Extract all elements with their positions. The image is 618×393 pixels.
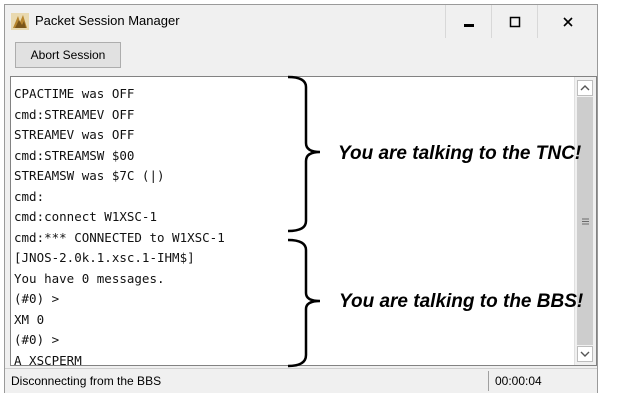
terminal-line: [JNOS-2.0k.1.xsc.1-IHM$] — [14, 250, 195, 265]
elapsed-time: 00:00:04 — [495, 374, 542, 388]
scroll-up-button[interactable] — [577, 80, 593, 96]
status-bar: Disconnecting from the BBS 00:00:04 — [5, 368, 597, 393]
terminal-line: STREAMSW was $7C (|) — [14, 168, 165, 183]
terminal-line: cmd:connect W1XSC-1 — [14, 209, 157, 224]
status-divider — [488, 371, 489, 391]
scrollbar-thumb[interactable] — [577, 97, 593, 345]
close-button[interactable] — [537, 5, 598, 38]
minimize-button[interactable] — [445, 5, 492, 38]
terminal-line: (#0) > — [14, 332, 60, 347]
terminal-output[interactable]: CPACTIME was OFF cmd:STREAMEV OFF STREAM… — [10, 76, 597, 368]
maximize-icon — [509, 16, 521, 27]
terminal-line: cmd: — [14, 188, 45, 204]
terminal-line: cmd:*** CONNECTED to W1XSC-1 — [14, 229, 225, 245]
terminal-line: CPACTIME was OFF — [14, 86, 135, 101]
terminal-line: (#0) > — [14, 291, 60, 306]
maximize-button[interactable] — [491, 5, 538, 38]
terminal-line: STREAMEV was OFF — [14, 127, 135, 142]
minimize-icon — [464, 23, 474, 27]
terminal-line: XM 0 — [14, 311, 45, 327]
close-icon — [563, 16, 573, 27]
app-window: Packet Session Manager Abort Session CPA… — [4, 4, 598, 393]
scroll-down-button[interactable] — [577, 346, 593, 362]
terminal-lines: CPACTIME was OFF cmd:STREAMEV OFF STREAM… — [14, 84, 225, 371]
chevron-up-icon — [580, 85, 590, 91]
abort-session-button[interactable]: Abort Session — [15, 42, 121, 68]
status-message: Disconnecting from the BBS — [11, 374, 162, 388]
toolbar: Abort Session — [5, 38, 597, 76]
terminal-line: You have 0 messages. — [14, 270, 165, 286]
terminal-line: cmd:STREAMSW $00 — [14, 147, 135, 163]
app-icon[interactable] — [11, 13, 29, 30]
chevron-down-icon — [580, 351, 590, 357]
title-bar[interactable]: Packet Session Manager — [5, 5, 597, 39]
terminal-line: cmd:STREAMEV OFF — [14, 106, 135, 122]
vertical-scrollbar[interactable] — [574, 77, 596, 365]
grip-icon — [581, 218, 589, 224]
window-title: Packet Session Manager — [35, 13, 180, 28]
